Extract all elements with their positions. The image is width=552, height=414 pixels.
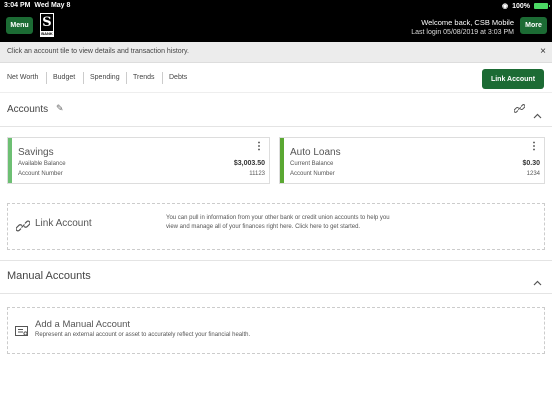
link-account-desc-1: You can pull in information from your ot… [166,215,390,221]
balance-value: $0.30 [522,160,540,167]
manual-accounts-title: Manual Accounts [7,270,91,282]
add-manual-account-desc: Represent an external account or asset t… [35,332,251,338]
account-number-value: 1234 [526,171,540,177]
link-account-button[interactable]: Link Account [482,69,544,89]
link-account-desc-2: view and manage all of your finances rig… [166,224,361,230]
ledger-icon [15,324,29,342]
edit-icon[interactable]: ✎ [56,103,64,114]
account-name: Savings [18,147,54,158]
tab-trends[interactable]: Trends [133,74,155,81]
account-card-auto-loans[interactable]: ⋮ Auto Loans Current Balance $0.30 Accou… [279,137,545,184]
wifi-icon: ◉ [501,3,509,10]
banner-text: Click an account tile to view details an… [7,48,189,55]
welcome-message: Welcome back, CSB Mobile Last login 05/0… [411,18,514,38]
more-options-icon[interactable]: ⋮ [529,142,539,152]
add-manual-account-box[interactable]: Add a Manual Account Represent an extern… [7,307,545,354]
tab-divider [83,72,84,84]
account-number-label: Account Number [290,171,335,177]
battery-icon [534,3,550,9]
section-divider [0,260,552,261]
menu-button[interactable]: Menu [6,17,33,34]
top-bar: 3:04 PM Wed May 8 ◉ 100% Menu S BANK Wel… [0,0,552,42]
info-banner: Click an account tile to view details an… [0,42,552,63]
bank-logo: S BANK [40,13,54,37]
balance-label: Available Balance [18,161,66,167]
battery-percent: 100% [512,2,530,10]
link-account-title: Link Account [35,218,92,229]
tab-spending[interactable]: Spending [90,74,120,81]
accounts-title: Accounts [7,104,49,115]
last-login-text: Last login 05/08/2019 at 3:03 PM [411,29,514,36]
link-icon[interactable] [513,103,526,117]
close-icon[interactable]: × [540,46,546,57]
chevron-up-icon[interactable] [533,273,542,286]
tab-divider [162,72,163,84]
account-number-value: 11123 [249,171,265,177]
add-manual-account-title: Add a Manual Account [35,319,131,330]
account-name: Auto Loans [290,147,341,158]
welcome-text: Welcome back, CSB Mobile [421,18,514,27]
tab-divider [46,72,47,84]
status-indicators: ◉ 100% [501,2,550,10]
tab-debts[interactable]: Debts [169,74,187,81]
tab-divider [126,72,127,84]
card-accent [280,138,284,183]
link-icon [15,219,31,238]
more-options-icon[interactable]: ⋮ [254,142,264,152]
balance-label: Current Balance [290,161,334,167]
tab-budget[interactable]: Budget [53,74,75,81]
account-card-savings[interactable]: ⋮ Savings Available Balance $3,003.50 Ac… [7,137,270,184]
link-account-box[interactable]: Link Account You can pull in information… [7,203,545,250]
balance-value: $3,003.50 [233,160,265,167]
account-number-label: Account Number [18,171,63,177]
status-time: 3:04 PM Wed May 8 [4,2,71,9]
chevron-up-icon[interactable] [533,106,542,119]
section-divider [0,126,552,127]
tab-net-worth[interactable]: Net Worth [7,74,38,81]
more-button[interactable]: More [520,17,547,34]
section-divider [0,293,552,294]
card-accent [8,138,12,183]
nav-tabs: Net Worth Budget Spending Trends Debts L… [0,63,552,93]
